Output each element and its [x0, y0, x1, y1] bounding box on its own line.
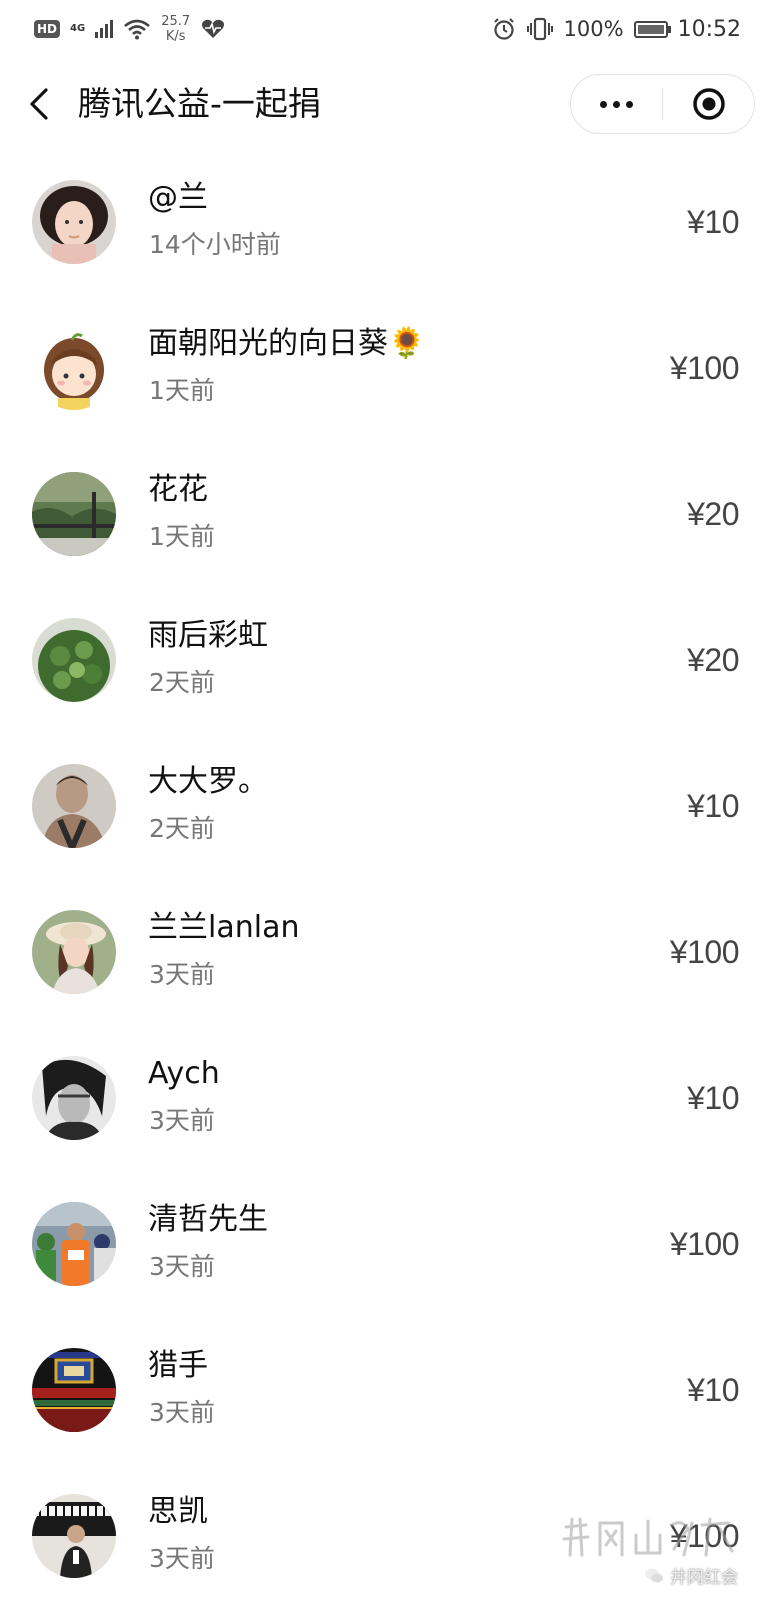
donor-time: 3天前: [149, 960, 215, 989]
wechat-icon: [645, 1568, 663, 1582]
alarm-icon: [493, 18, 514, 40]
list-item[interactable]: 大大罗。 2天前 ¥10: [0, 738, 771, 884]
donor-name: 猎手: [148, 1348, 208, 1383]
status-bar: HD 4G 25.7 K/s 100% 10:52: [0, 0, 771, 58]
avatar[interactable]: [32, 764, 116, 848]
donor-time: 2天前: [149, 814, 215, 843]
donation-amount: ¥20: [687, 642, 739, 678]
target-close-icon: [692, 88, 725, 120]
donation-amount: ¥100: [669, 350, 740, 386]
battery-percentage: 100%: [563, 17, 624, 41]
donor-name: 清哲先生: [148, 1202, 268, 1237]
nav-bar: 腾讯公益-一起捐: [0, 68, 771, 140]
donor-time: 3天前: [149, 1106, 215, 1135]
donation-amount: ¥10: [687, 1372, 739, 1408]
vibrate-icon: [526, 17, 553, 41]
status-bar-left: HD 4G 25.7 K/s: [34, 14, 226, 44]
more-button[interactable]: [571, 75, 662, 133]
list-item[interactable]: 兰兰lanlan 3天前 ¥100: [0, 884, 771, 1030]
donor-name: 大大罗。: [148, 764, 268, 799]
status-bar-right: 100% 10:52: [492, 17, 741, 42]
donor-time: 3天前: [149, 1252, 215, 1281]
donation-amount: ¥10: [687, 204, 739, 240]
donor-time: 1天前: [149, 522, 215, 551]
avatar[interactable]: [32, 1056, 116, 1140]
wifi-icon: [124, 19, 151, 40]
donor-time: 3天前: [149, 1544, 215, 1573]
donor-name: 花花: [148, 472, 208, 507]
list-item[interactable]: 雨后彩虹 2天前 ¥20: [0, 592, 771, 738]
list-item[interactable]: 清哲先生 3天前 ¥100: [0, 1176, 771, 1322]
page-title: 腾讯公益-一起捐: [78, 84, 321, 123]
donor-name: 思凯: [148, 1494, 208, 1529]
watermark: 井冈红会: [560, 1515, 760, 1595]
avatar[interactable]: [32, 472, 116, 556]
network-type: 4G: [70, 23, 86, 34]
watermark-calligraphy-logo: [562, 1517, 734, 1557]
avatar[interactable]: [32, 1202, 116, 1286]
donation-amount: ¥10: [687, 788, 739, 824]
back-button[interactable]: [22, 84, 58, 124]
hd-badge: HD: [34, 20, 61, 38]
chevron-left-icon: [30, 88, 48, 120]
battery-icon: [633, 20, 671, 38]
donor-name: 面朝阳光的向日葵🌻: [148, 326, 426, 361]
donor-list: @兰 14个小时前 ¥10 面朝阳光的向日葵🌻 1天前 ¥100 花花 1天前 …: [0, 154, 771, 1614]
donor-name: Aych: [148, 1056, 220, 1091]
donor-time: 2天前: [149, 668, 215, 697]
donation-amount: ¥100: [669, 934, 740, 970]
donor-time: 1天前: [149, 376, 215, 405]
more-dots-icon: [600, 100, 607, 108]
watermark-account-name: 井冈红会: [670, 1568, 738, 1588]
donor-name: 雨后彩虹: [148, 618, 268, 653]
heart-rate-icon: [202, 19, 225, 38]
clock: 10:52: [677, 16, 741, 42]
speed-value: 25.7: [161, 14, 191, 29]
list-item[interactable]: 花花 1天前 ¥20: [0, 446, 771, 592]
mini-program-capsule: [570, 74, 755, 134]
avatar[interactable]: [32, 1494, 116, 1578]
list-item[interactable]: Aych 3天前 ¥10: [0, 1030, 771, 1176]
speed-unit: K/s: [165, 29, 186, 44]
donor-name: 兰兰lanlan: [148, 910, 300, 945]
list-item[interactable]: @兰 14个小时前 ¥10: [0, 154, 771, 300]
close-button[interactable]: [663, 75, 754, 133]
donation-amount: ¥10: [687, 1080, 739, 1116]
donation-amount: ¥100: [669, 1226, 740, 1262]
list-item[interactable]: 面朝阳光的向日葵🌻 1天前 ¥100: [0, 300, 771, 446]
avatar[interactable]: [32, 618, 116, 702]
donation-amount: ¥20: [687, 496, 739, 532]
list-item[interactable]: 猎手 3天前 ¥10: [0, 1322, 771, 1468]
avatar[interactable]: [32, 910, 116, 994]
donor-time: 3天前: [149, 1398, 215, 1427]
avatar[interactable]: [32, 1348, 116, 1432]
network-speed: 25.7 K/s: [161, 14, 190, 44]
donor-name: @兰: [148, 180, 208, 215]
avatar[interactable]: [32, 180, 116, 264]
watermark-account: 井冈红会: [644, 1563, 738, 1588]
donor-time: 14个小时前: [149, 230, 281, 259]
signal-icon: [95, 20, 114, 38]
avatar[interactable]: [32, 326, 116, 410]
